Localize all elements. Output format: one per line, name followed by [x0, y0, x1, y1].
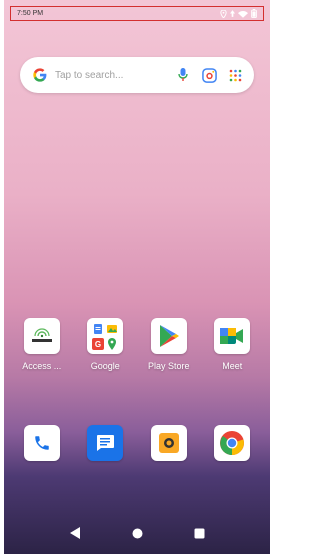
lens-icon[interactable] [200, 66, 218, 84]
google-logo-icon [31, 66, 49, 84]
docs-mini-icon [94, 323, 103, 334]
app-label: Access ... [22, 361, 62, 371]
meet-icon[interactable] [214, 318, 251, 354]
dock-app-phone[interactable] [12, 425, 72, 461]
google-folder-icon[interactable]: G [87, 318, 124, 354]
app-play-store[interactable]: Play Store [139, 318, 199, 371]
photos-mini-icon [107, 324, 118, 333]
svg-text:G: G [95, 340, 101, 349]
home-button[interactable] [128, 524, 146, 542]
location-icon [220, 9, 227, 18]
dock-app-camera[interactable] [139, 425, 199, 461]
back-button[interactable] [66, 524, 84, 542]
access-dot-icon[interactable] [23, 318, 60, 354]
google-mini-icon: G [92, 337, 105, 350]
app-google-folder[interactable]: G Google [75, 318, 135, 371]
chrome-icon[interactable] [214, 425, 251, 461]
battery-icon [251, 9, 257, 18]
app-label: Google [90, 361, 120, 371]
app-access-dot[interactable]: Access ... [12, 318, 72, 371]
search-placeholder[interactable]: Tap to search... [55, 70, 174, 81]
navigation-bar [4, 518, 270, 548]
home-circle-icon [132, 528, 142, 538]
wifi-icon [238, 10, 248, 18]
recents-button[interactable] [190, 524, 208, 542]
status-time: 7:50 PM [17, 10, 44, 17]
status-icons [220, 9, 257, 18]
google-search-bar[interactable]: Tap to search... [20, 57, 254, 93]
dock-app-chrome[interactable] [202, 425, 262, 461]
back-triangle-icon [70, 527, 80, 539]
maps-mini-icon [108, 337, 117, 350]
play-store-icon[interactable] [150, 318, 187, 354]
app-label: Play Store [147, 361, 190, 371]
recents-square-icon [194, 528, 204, 538]
apps-grid-icon[interactable] [226, 66, 244, 84]
dock-row [4, 425, 270, 461]
dock-app-messages[interactable] [75, 425, 135, 461]
sync-icon [230, 10, 235, 17]
messages-icon[interactable] [87, 425, 124, 461]
mic-icon[interactable] [174, 66, 192, 84]
app-meet[interactable]: Meet [202, 318, 262, 371]
app-label: Meet [222, 361, 243, 371]
status-bar: 7:50 PM [10, 6, 264, 21]
home-screen: 7:50 PM Tap to search... Access ... G Go… [4, 0, 270, 554]
phone-icon[interactable] [23, 425, 60, 461]
camera-icon[interactable] [150, 425, 187, 461]
home-apps-row: Access ... G Google Play Store Meet [4, 318, 270, 371]
